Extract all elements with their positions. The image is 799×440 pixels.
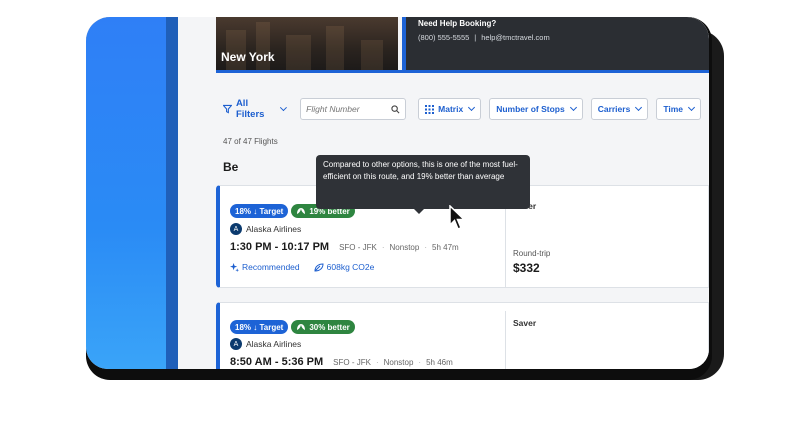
flight-times: 8:50 AM - 5:36 PM SFO - JFK · Nonstop · 5h… [230, 356, 453, 368]
mouse-pointer-icon [449, 205, 466, 230]
tooltip-text: Compared to other options, this is one o… [323, 160, 518, 181]
stops: Nonstop [389, 243, 420, 252]
stage: New York Need Help Booking? (800) 555-55… [0, 0, 799, 440]
matrix-label: Matrix [438, 104, 464, 114]
help-email[interactable]: help@tmctravel.com [481, 33, 549, 42]
fuel-efficiency-badge[interactable]: 30% better [291, 320, 355, 334]
help-booking-panel: Need Help Booking? (800) 555-5555 | help@t… [402, 17, 709, 70]
recommended-label: Recommended [242, 262, 300, 272]
alaska-airlines-logo-icon: A [230, 223, 242, 235]
time-label: Time [663, 104, 683, 114]
fuel-efficiency-tooltip: Compared to other options, this is one o… [316, 155, 530, 214]
all-filters-label: All Filters [235, 98, 265, 120]
chevron-down-icon [687, 103, 696, 112]
time-separator: - [274, 241, 279, 253]
chevron-down-icon [468, 103, 476, 112]
fuel-badge-label: 30% better [309, 322, 350, 332]
help-phone[interactable]: (800) 555-5555 [418, 33, 469, 42]
funnel-icon [223, 104, 232, 114]
destination-hero-image: New York [216, 17, 398, 70]
chevron-down-icon [279, 104, 287, 111]
chevron-down-icon [569, 103, 577, 112]
leaf-icon [297, 324, 306, 330]
carriers-button[interactable]: Carriers [590, 98, 649, 120]
flight-number-search[interactable] [300, 98, 407, 120]
device-frame: New York Need Help Booking? (800) 555-55… [86, 17, 712, 380]
recommended-tag: Recommended [230, 262, 300, 272]
time-separator: - [274, 356, 279, 368]
flight-times: 1:30 PM - 10:17 PM SFO - JFK · Nonstop · 5… [230, 241, 459, 253]
duration: 5h 46m [426, 358, 453, 367]
screen: New York Need Help Booking? (800) 555-55… [86, 17, 709, 369]
stops-label: Number of Stops [496, 104, 565, 114]
help-contact: (800) 555-5555 | help@tmctravel.com [418, 33, 697, 42]
arrive-time: 10:17 PM [281, 241, 330, 253]
airline-name: Alaska Airlines [246, 339, 302, 349]
target-badge: 18% ↓ Target [230, 320, 289, 334]
flight-number-input[interactable] [306, 104, 392, 114]
chevron-down-icon [635, 103, 643, 112]
leaf-icon [297, 208, 306, 214]
price: $332 [513, 261, 540, 275]
fare-class: Saver [513, 318, 537, 328]
arrive-time: 5:36 PM [281, 356, 324, 368]
target-badge: 18% ↓ Target [230, 204, 289, 218]
flight-count: 47 of 47 Flights [223, 137, 278, 146]
carriers-label: Carriers [597, 104, 631, 114]
time-button[interactable]: Time [656, 98, 701, 120]
route: SFO - JFK [339, 243, 377, 252]
badge-row: 18% ↓ Target 30% better [230, 320, 355, 334]
all-filters-button[interactable]: All Filters [223, 98, 287, 120]
depart-time: 1:30 PM [230, 241, 272, 253]
left-blue-panel [86, 17, 178, 369]
help-separator: | [474, 33, 477, 42]
airline-row: A Alaska Airlines [230, 338, 301, 350]
sparkle-icon [230, 262, 239, 272]
section-title: Be [223, 160, 239, 174]
leaf-outline-icon [314, 262, 324, 272]
co2-label: 608kg CO2e [326, 262, 375, 272]
duration: 5h 47m [432, 243, 459, 252]
stops: Nonstop [383, 358, 414, 367]
co2-tag: 608kg CO2e [314, 262, 375, 272]
tooltip-arrow [414, 209, 424, 214]
route: SFO - JFK [333, 358, 371, 367]
matrix-button[interactable]: Matrix [418, 98, 482, 120]
depart-time: 8:50 AM [230, 356, 272, 368]
destination-city: New York [221, 50, 275, 64]
airline-row: A Alaska Airlines [230, 223, 301, 235]
airline-name: Alaska Airlines [246, 224, 302, 234]
flight-results-page: New York Need Help Booking? (800) 555-55… [178, 17, 709, 369]
alaska-airlines-logo-icon: A [230, 338, 242, 350]
flight-extras: Recommended 608kg CO2e [230, 262, 374, 272]
trip-type: Round-trip [513, 249, 551, 258]
hero-underline [216, 70, 709, 73]
flight-card[interactable]: 18% ↓ Target 30% better A Alaska Airline… [216, 302, 709, 369]
number-of-stops-button[interactable]: Number of Stops [489, 98, 583, 120]
grid-icon [425, 104, 435, 114]
help-title: Need Help Booking? [418, 19, 497, 28]
card-divider [505, 311, 506, 369]
search-icon[interactable] [391, 104, 400, 114]
filter-bar: All Filters Matrix Number of Stops [223, 98, 709, 120]
